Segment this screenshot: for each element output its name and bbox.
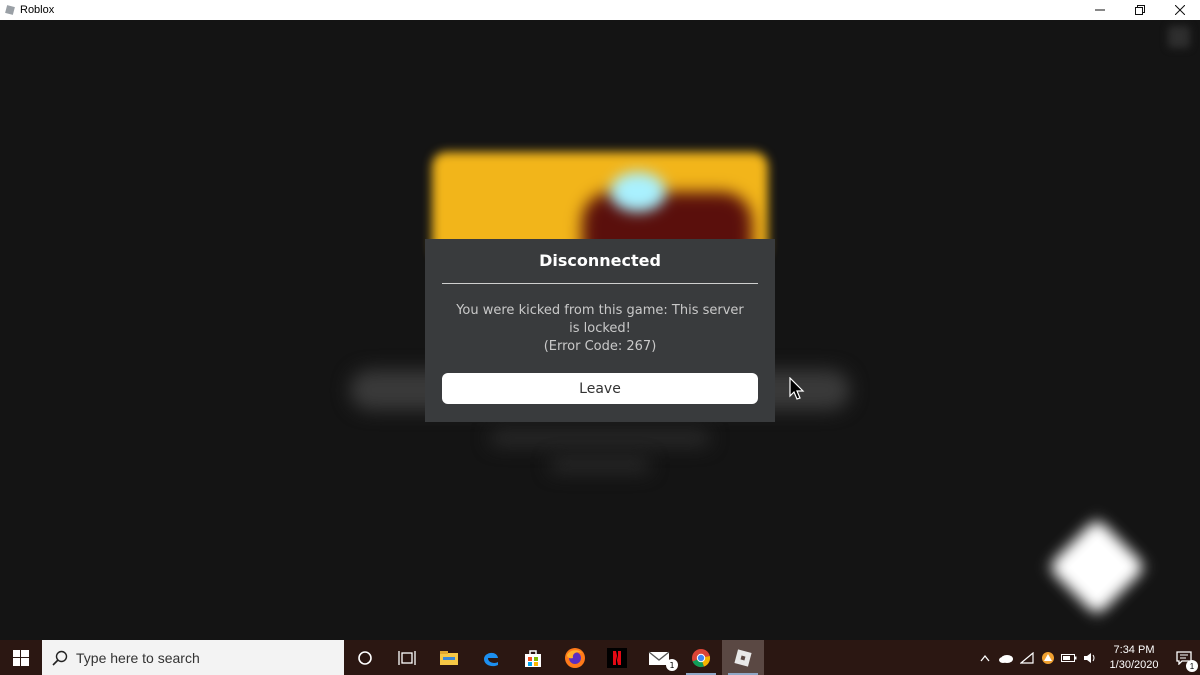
start-button[interactable] (0, 640, 42, 675)
taskbar-clock[interactable]: 7:34 PM 1/30/2020 (1104, 643, 1164, 673)
file-explorer-button[interactable] (428, 640, 470, 675)
restore-icon (1135, 5, 1145, 15)
windows-taskbar: Type here to search 1 7:34 PM 1/30/2020 … (0, 640, 1200, 675)
search-placeholder: Type here to search (76, 649, 200, 666)
action-center-button[interactable]: 1 (1168, 640, 1200, 675)
close-button[interactable] (1160, 0, 1200, 20)
netflix-button[interactable] (596, 640, 638, 675)
store-icon (525, 649, 541, 667)
mail-badge: 1 (666, 659, 678, 671)
loading-spinner-icon (1047, 517, 1147, 617)
firefox-icon (565, 647, 585, 668)
cortana-button[interactable] (344, 640, 386, 675)
roblox-app-icon (5, 5, 15, 15)
edge-icon (484, 652, 498, 666)
leave-button[interactable]: Leave (442, 373, 758, 404)
close-icon (1175, 5, 1185, 15)
chrome-button[interactable] (680, 640, 722, 675)
disconnected-dialog: Disconnected You were kicked from this g… (425, 239, 775, 422)
task-view-icon (398, 650, 416, 665)
roblox-button[interactable] (722, 640, 764, 675)
blurred-game-subtitle (490, 430, 710, 446)
restore-button[interactable] (1120, 0, 1160, 20)
roblox-icon (734, 648, 752, 667)
onedrive-button[interactable] (995, 653, 1016, 663)
battery-button[interactable] (1058, 653, 1079, 663)
onedrive-icon (998, 654, 1013, 663)
minimize-icon (1095, 9, 1105, 11)
blurred-game-creator (550, 458, 650, 472)
wifi-icon (1019, 651, 1034, 664)
system-tray: 7:34 PM 1/30/2020 1 (974, 640, 1200, 675)
windows-logo-icon (13, 649, 29, 666)
cortana-icon (358, 650, 372, 665)
warning-app-icon (1041, 651, 1054, 664)
minimize-button[interactable] (1080, 0, 1120, 20)
firefox-button[interactable] (554, 640, 596, 675)
edge-button[interactable] (470, 640, 512, 675)
mail-button[interactable]: 1 (638, 640, 680, 675)
netflix-icon (607, 647, 627, 668)
dialog-divider (442, 283, 758, 284)
show-hidden-icons-button[interactable] (974, 654, 995, 662)
network-button[interactable] (1016, 651, 1037, 664)
battery-icon (1060, 653, 1076, 662)
app-tray-button[interactable] (1037, 651, 1058, 665)
search-icon (52, 650, 68, 666)
file-explorer-icon (440, 650, 458, 665)
chevron-up-icon (979, 654, 990, 661)
game-viewport: Disconnected You were kicked from this g… (0, 20, 1200, 640)
volume-button[interactable] (1079, 652, 1100, 664)
task-view-button[interactable] (386, 640, 428, 675)
dialog-title: Disconnected (539, 251, 661, 270)
kick-reason: You were kicked from this game: This ser… (456, 303, 744, 336)
notification-badge: 1 (1186, 660, 1198, 672)
store-button[interactable] (512, 640, 554, 675)
chrome-icon (692, 648, 711, 667)
dialog-message: You were kicked from this game: This ser… (455, 302, 745, 356)
volume-icon (1083, 652, 1094, 663)
error-code: (Error Code: 267) (543, 339, 657, 354)
window-title: Roblox (20, 4, 55, 16)
mouse-cursor-icon (789, 377, 805, 400)
taskbar-search-box[interactable]: Type here to search (42, 640, 344, 675)
blurred-menu-icon (1168, 26, 1190, 48)
clock-time: 7:34 PM (1113, 643, 1155, 656)
window-titlebar: Roblox (0, 0, 1200, 20)
clock-date: 1/30/2020 (1109, 658, 1159, 671)
